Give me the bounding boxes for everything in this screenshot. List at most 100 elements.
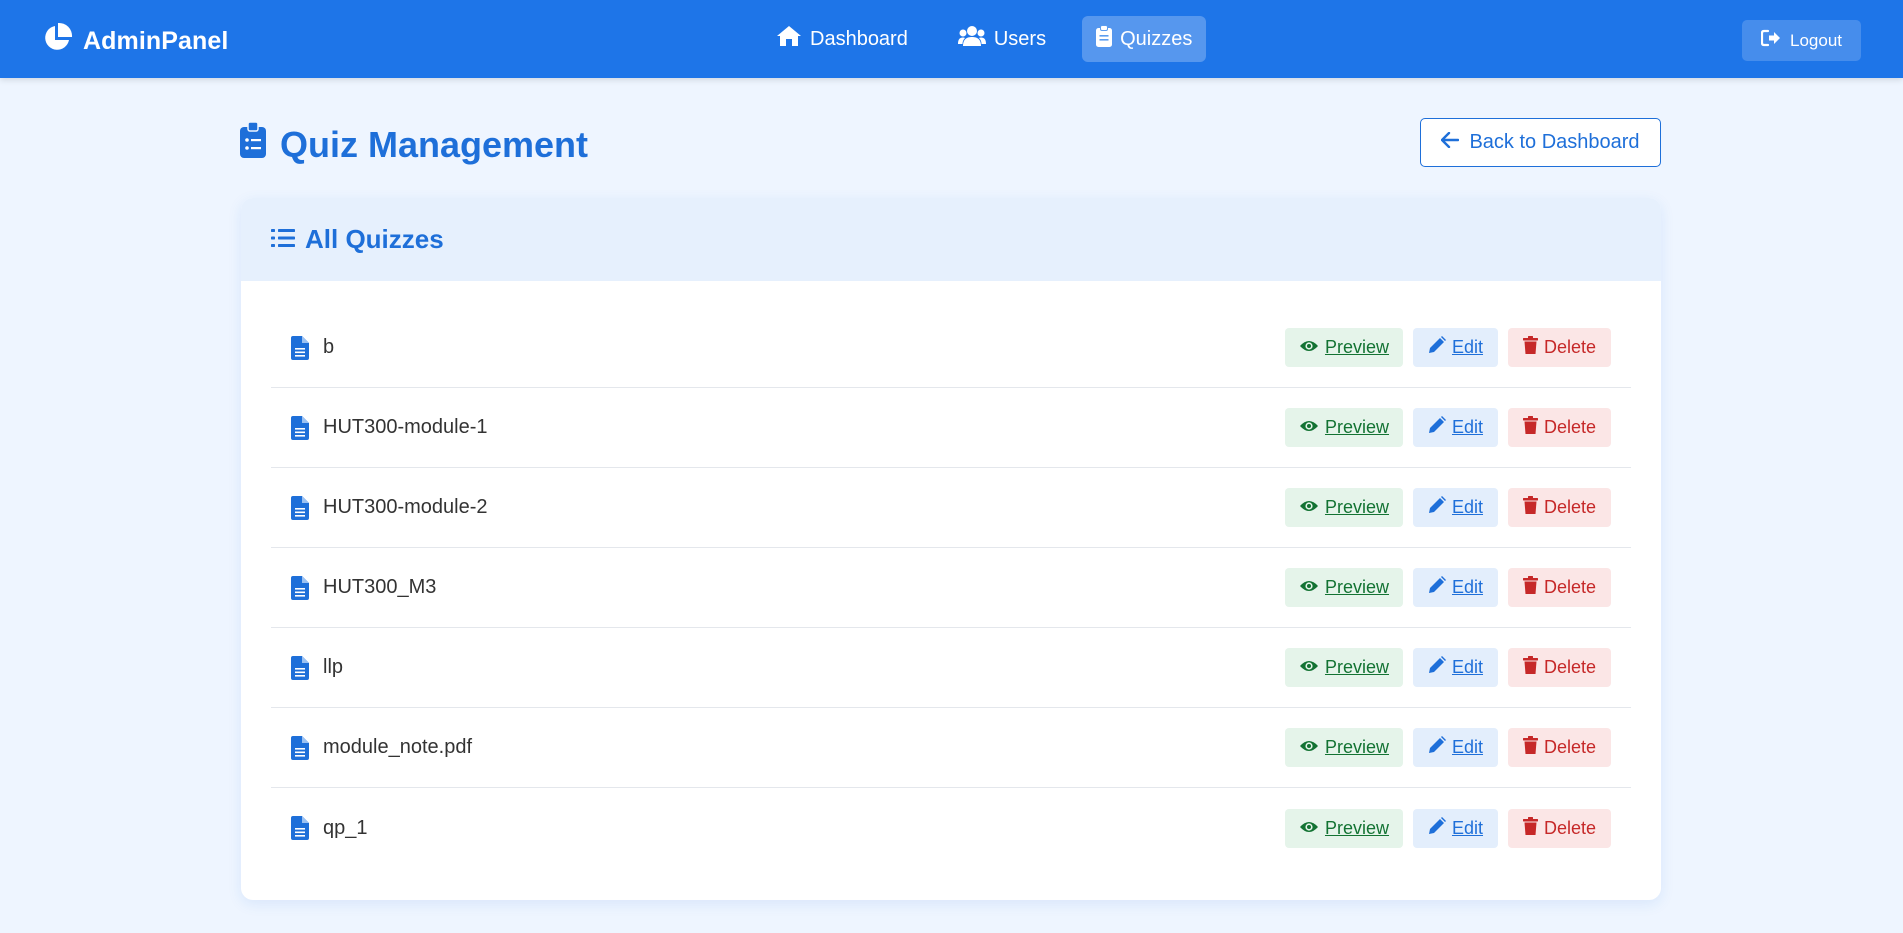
- file-icon: [291, 335, 309, 360]
- back-button-label: Back to Dashboard: [1469, 131, 1640, 153]
- edit-label: Edit: [1451, 817, 1484, 838]
- preview-button[interactable]: Preview: [1285, 488, 1403, 527]
- quiz-row: HUT300-module-1 Preview Edit Delete: [271, 388, 1631, 468]
- nav-link-label: Dashboard: [810, 27, 908, 50]
- quiz-actions: Preview Edit Delete: [1275, 568, 1611, 607]
- eye-icon: [1299, 657, 1325, 678]
- preview-label: Preview: [1324, 577, 1390, 597]
- trash-icon: [1522, 656, 1544, 679]
- pencil-icon: [1428, 496, 1452, 519]
- trash-icon: [1522, 736, 1544, 759]
- logout-button[interactable]: Logout: [1742, 20, 1861, 61]
- page-title: Quiz Management: [240, 121, 589, 167]
- pencil-icon: [1428, 416, 1452, 439]
- trash-icon: [1522, 416, 1544, 439]
- edit-button[interactable]: Edit: [1413, 808, 1498, 848]
- eye-icon: [1299, 818, 1325, 839]
- back-to-dashboard-button[interactable]: Back to Dashboard: [1420, 118, 1661, 167]
- quiz-name: b: [323, 336, 335, 358]
- trash-icon: [1522, 576, 1544, 599]
- edit-label: Edit: [1451, 417, 1484, 437]
- chart-pie-icon: [41, 22, 83, 61]
- trash-icon: [1522, 496, 1544, 519]
- quiz-actions: Preview Edit Delete: [1275, 488, 1611, 527]
- preview-button[interactable]: Preview: [1285, 728, 1403, 767]
- edit-button[interactable]: Edit: [1413, 728, 1498, 767]
- clipboard-icon: [1096, 25, 1120, 53]
- arrow-left-icon: [1441, 131, 1469, 154]
- preview-button[interactable]: Preview: [1285, 408, 1403, 447]
- delete-button[interactable]: Delete: [1508, 568, 1611, 607]
- card-title: All Quizzes: [305, 224, 444, 254]
- quiz-name: module_note.pdf: [323, 736, 473, 758]
- preview-button[interactable]: Preview: [1285, 648, 1403, 687]
- edit-button[interactable]: Edit: [1413, 328, 1498, 367]
- quiz-actions: Preview Edit Delete: [1275, 408, 1611, 447]
- edit-button[interactable]: Edit: [1413, 568, 1498, 607]
- nav-link-label: Users: [993, 27, 1047, 50]
- delete-label: Delete: [1543, 577, 1597, 597]
- quiz-actions: Preview Edit Delete: [1275, 648, 1611, 687]
- pencil-icon: [1428, 576, 1452, 599]
- delete-button[interactable]: Delete: [1508, 328, 1611, 367]
- preview-label: Preview: [1324, 337, 1390, 357]
- file-icon: [291, 735, 309, 760]
- pencil-icon: [1428, 656, 1452, 679]
- quiz-row: HUT300_M3 Preview Edit Delete: [271, 548, 1631, 628]
- users-icon: [957, 25, 994, 53]
- eye-icon: [1299, 417, 1325, 438]
- preview-label: Preview: [1324, 657, 1390, 677]
- list-icon: [271, 224, 305, 255]
- nav-link-users[interactable]: Users: [944, 16, 1060, 62]
- delete-label: Delete: [1543, 817, 1597, 838]
- page-title-text: Quiz Management: [280, 123, 589, 165]
- brand-logo[interactable]: AdminPanel: [41, 22, 228, 61]
- delete-button[interactable]: Delete: [1508, 488, 1611, 527]
- delete-button[interactable]: Delete: [1508, 648, 1611, 687]
- edit-button[interactable]: Edit: [1413, 488, 1498, 527]
- quiz-actions: Preview Edit Delete: [1275, 728, 1611, 767]
- edit-label: Edit: [1451, 737, 1484, 757]
- eye-icon: [1299, 337, 1325, 358]
- eye-icon: [1299, 577, 1325, 598]
- quiz-actions: Preview Edit Delete: [1275, 328, 1611, 367]
- delete-button[interactable]: Delete: [1508, 408, 1611, 447]
- eye-icon: [1299, 497, 1325, 518]
- quiz-row: qp_1 Preview Edit Delete: [271, 788, 1631, 868]
- delete-button[interactable]: Delete: [1508, 728, 1611, 767]
- pencil-icon: [1428, 736, 1452, 759]
- edit-button[interactable]: Edit: [1413, 648, 1498, 687]
- trash-icon: [1522, 336, 1544, 359]
- preview-button[interactable]: Preview: [1285, 328, 1403, 367]
- preview-button[interactable]: Preview: [1285, 568, 1403, 607]
- file-icon: [291, 415, 309, 440]
- quiz-name: qp_1: [323, 816, 368, 839]
- edit-label: Edit: [1451, 657, 1484, 677]
- pencil-icon: [1428, 336, 1452, 359]
- edit-button[interactable]: Edit: [1413, 408, 1498, 447]
- brand-name: AdminPanel: [83, 27, 229, 55]
- quiz-row: llp Preview Edit Delete: [271, 628, 1631, 708]
- delete-label: Delete: [1543, 497, 1597, 517]
- card-header: All Quizzes: [241, 198, 1661, 281]
- file-icon: [291, 816, 309, 840]
- home-icon: [776, 25, 810, 53]
- quiz-list: b Preview Edit Delete HUT300-module-1 Preview…: [271, 308, 1631, 868]
- delete-button[interactable]: Delete: [1508, 808, 1611, 848]
- preview-label: Preview: [1324, 817, 1390, 838]
- nav-link-label: Quizzes: [1120, 27, 1193, 50]
- edit-label: Edit: [1451, 337, 1484, 357]
- nav-link-quizzes[interactable]: Quizzes: [1082, 16, 1207, 62]
- quiz-row: module_note.pdf Preview Edit Delete: [271, 708, 1631, 788]
- delete-label: Delete: [1543, 657, 1597, 677]
- sign-out-icon: [1760, 29, 1790, 52]
- quiz-row: HUT300-module-2 Preview Edit Delete: [271, 468, 1631, 548]
- clipboard-list-icon: [240, 121, 280, 167]
- nav-link-dashboard[interactable]: Dashboard: [762, 16, 922, 62]
- quiz-name: HUT300_M3: [323, 576, 437, 598]
- quizzes-card: All Quizzes b Preview Edit Delete HUT300-mod…: [241, 198, 1661, 900]
- logout-label: Logout: [1790, 30, 1842, 50]
- preview-button[interactable]: Preview: [1285, 808, 1403, 848]
- delete-label: Delete: [1543, 737, 1597, 757]
- file-icon: [291, 495, 309, 520]
